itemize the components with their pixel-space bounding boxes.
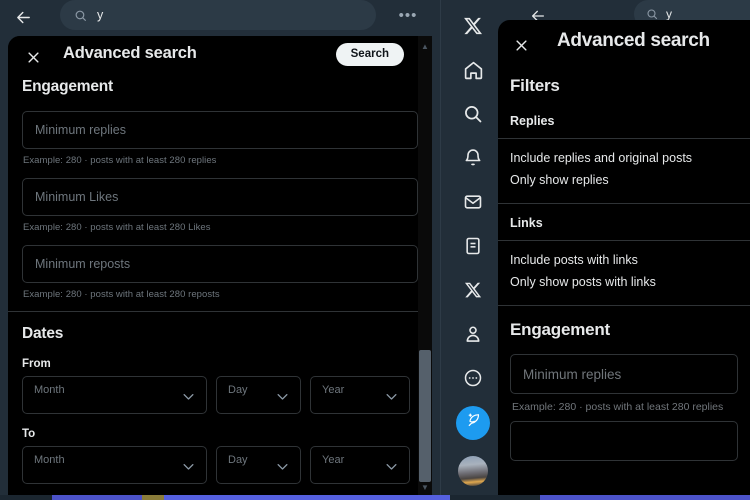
taskbar-segment bbox=[540, 495, 750, 500]
home-icon[interactable] bbox=[453, 50, 493, 90]
chevron-down-icon bbox=[181, 389, 196, 409]
left-top-bar: y ••• bbox=[0, 0, 448, 33]
filters-heading: Filters bbox=[510, 76, 560, 95]
search-input[interactable]: y bbox=[60, 0, 376, 30]
to-month-placeholder: Month bbox=[34, 454, 65, 466]
list-icon[interactable] bbox=[453, 226, 493, 266]
min-replies-placeholder: Minimum replies bbox=[35, 123, 126, 137]
search-button[interactable]: Search bbox=[335, 43, 404, 66]
dialog-header: Advanced search bbox=[498, 20, 750, 68]
to-label: To bbox=[22, 428, 36, 440]
app-sidebar bbox=[448, 0, 498, 500]
more-circle-icon[interactable] bbox=[453, 358, 493, 398]
min-replies-placeholder: Minimum replies bbox=[523, 366, 622, 382]
post-button[interactable] bbox=[456, 406, 490, 440]
search-icon[interactable] bbox=[453, 94, 493, 134]
from-month-select[interactable]: Month bbox=[22, 376, 207, 414]
min-likes-placeholder: Minimum Likes bbox=[35, 190, 119, 204]
os-taskbar-strip bbox=[0, 495, 750, 500]
min-replies-input[interactable]: Minimum replies bbox=[510, 354, 738, 394]
min-replies-hint: Example: 280 · posts with at least 280 r… bbox=[23, 155, 217, 166]
x-logo[interactable] bbox=[453, 6, 493, 46]
min-likes-hint: Example: 280 · posts with at least 280 L… bbox=[23, 222, 211, 233]
envelope-icon[interactable] bbox=[453, 182, 493, 222]
from-year-select[interactable]: Year bbox=[310, 376, 410, 414]
search-icon bbox=[74, 9, 87, 22]
scroll-down-arrow-icon[interactable]: ▼ bbox=[418, 480, 432, 494]
search-query-text: y bbox=[666, 7, 672, 21]
min-likes-input[interactable]: Minimum Likes bbox=[22, 178, 418, 216]
min-replies-hint: Example: 280 · posts with at least 280 r… bbox=[512, 401, 724, 413]
right-full-app-window: y Advanced search Filters Replies Includ… bbox=[448, 0, 750, 500]
option-include-links[interactable]: Include posts with links bbox=[498, 241, 750, 267]
avatar[interactable] bbox=[458, 456, 488, 486]
min-reposts-group: Minimum reposts bbox=[8, 233, 432, 283]
engagement-heading: Engagement bbox=[22, 78, 114, 95]
min-reposts-input[interactable]: Minimum reposts bbox=[22, 245, 418, 283]
taskbar-segment bbox=[164, 495, 450, 500]
x-premium-icon[interactable] bbox=[453, 270, 493, 310]
chevron-down-icon bbox=[275, 459, 290, 479]
to-day-select[interactable]: Day bbox=[216, 446, 301, 484]
chevron-down-icon bbox=[384, 459, 399, 479]
from-day-placeholder: Day bbox=[228, 384, 248, 396]
dialog-scrollbar[interactable]: ▲ ▼ bbox=[418, 36, 432, 500]
page-title: Advanced search bbox=[63, 44, 197, 62]
from-date-row: Month Day Year bbox=[8, 370, 432, 414]
links-group-title: Links bbox=[510, 216, 543, 230]
search-query-text: y bbox=[97, 8, 104, 22]
dates-heading: Dates bbox=[22, 325, 64, 342]
page-title: Advanced search bbox=[557, 30, 710, 51]
bell-icon[interactable] bbox=[453, 138, 493, 178]
min-reposts-placeholder: Minimum reposts bbox=[35, 257, 131, 271]
post-feather-icon bbox=[465, 412, 482, 434]
min-likes-group: Minimum Likes bbox=[8, 166, 432, 216]
chevron-down-icon bbox=[181, 459, 196, 479]
back-arrow-icon[interactable] bbox=[10, 4, 36, 30]
from-day-select[interactable]: Day bbox=[216, 376, 301, 414]
window-right-edge bbox=[440, 0, 448, 500]
close-icon[interactable] bbox=[21, 45, 45, 69]
to-year-select[interactable]: Year bbox=[310, 446, 410, 484]
search-icon bbox=[646, 8, 658, 20]
engagement-heading: Engagement bbox=[510, 320, 611, 339]
to-year-placeholder: Year bbox=[322, 454, 345, 466]
advanced-search-dialog: Advanced search Filters Replies Include … bbox=[498, 20, 750, 500]
option-include-replies[interactable]: Include replies and original posts bbox=[498, 139, 750, 165]
to-day-placeholder: Day bbox=[228, 454, 248, 466]
to-month-select[interactable]: Month bbox=[22, 446, 207, 484]
min-reposts-hint: Example: 280 · posts with at least 280 r… bbox=[23, 289, 220, 300]
more-horizontal-icon[interactable]: ••• bbox=[396, 4, 420, 26]
option-only-links[interactable]: Only show posts with links bbox=[498, 267, 750, 289]
min-likes-input[interactable] bbox=[510, 421, 738, 461]
dialog-header: Advanced search Search bbox=[8, 36, 432, 76]
from-month-placeholder: Month bbox=[34, 384, 65, 396]
close-icon[interactable] bbox=[510, 34, 532, 56]
from-year-placeholder: Year bbox=[322, 384, 345, 396]
screen: y ••• Advanced search Search Engagement … bbox=[0, 0, 750, 500]
to-date-row: Month Day Year bbox=[8, 440, 432, 484]
left-zoomed-window: y ••• Advanced search Search Engagement … bbox=[0, 0, 448, 500]
scrollbar-thumb[interactable] bbox=[419, 350, 431, 482]
advanced-search-dialog-zoomed: Advanced search Search Engagement Minimu… bbox=[8, 36, 432, 500]
from-label: From bbox=[22, 358, 51, 370]
min-replies-group: Minimum replies bbox=[8, 96, 432, 149]
taskbar-segment bbox=[142, 495, 164, 500]
replies-group-title: Replies bbox=[510, 114, 555, 128]
option-only-replies[interactable]: Only show replies bbox=[498, 165, 750, 187]
chevron-down-icon bbox=[275, 389, 290, 409]
person-icon[interactable] bbox=[453, 314, 493, 354]
dialog-body: Engagement Minimum replies Example: 280 … bbox=[8, 76, 432, 500]
chevron-down-icon bbox=[384, 389, 399, 409]
taskbar-segment bbox=[52, 495, 142, 500]
scroll-up-arrow-icon[interactable]: ▲ bbox=[418, 39, 432, 53]
min-replies-input[interactable]: Minimum replies bbox=[22, 111, 418, 149]
